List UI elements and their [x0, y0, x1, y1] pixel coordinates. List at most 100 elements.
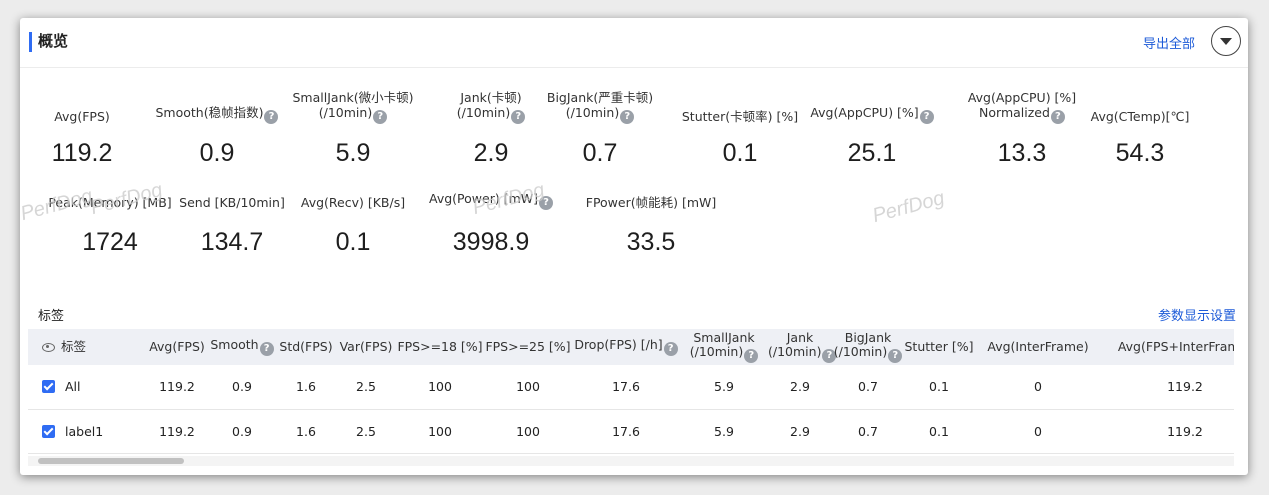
cell-value: 5.9 — [714, 423, 734, 439]
eye-icon[interactable] — [42, 343, 55, 352]
cell-value: 119.2 — [159, 379, 195, 395]
label-cell: label1 — [28, 409, 146, 453]
metric-value: 54.3 — [1115, 139, 1165, 167]
horizontal-scrollbar[interactable] — [28, 456, 1234, 466]
panel-title: 概览 — [38, 32, 69, 50]
metric-label-line: Smooth(稳帧指数)? — [156, 105, 279, 124]
scrollbar-thumb[interactable] — [38, 458, 184, 464]
table-cell: 0.9 — [208, 409, 276, 453]
metric-label-line: Avg(CTemp)[℃] — [1090, 109, 1190, 124]
metric-label-line: (/10min)? — [566, 105, 635, 124]
cell-value: 100 — [428, 379, 452, 395]
table-cell: 17.6 — [572, 365, 680, 409]
cell-value: 5.9 — [714, 379, 734, 395]
help-icon[interactable]: ? — [259, 342, 274, 356]
metric-card: FPower(帧能耗) [mW] 33.5 — [566, 194, 736, 260]
table-cell: 100 — [396, 365, 484, 409]
metric-label-line: Jank(卡顿) — [460, 90, 522, 105]
help-icon[interactable]: ? — [373, 110, 388, 124]
table-cell: 119.2 — [146, 409, 208, 453]
cell-value: 0.9 — [232, 379, 252, 395]
table-cell: 119.2 — [1102, 365, 1234, 409]
column-header: FPS>=18 [%] — [396, 329, 484, 365]
cell-value: 0.9 — [232, 423, 252, 439]
table-cell: 0.7 — [832, 365, 904, 409]
metric-card: Avg(CTemp)[℃] 54.3 — [1055, 88, 1225, 171]
column-header: Drop(FPS) [/h]? — [572, 329, 680, 365]
table-cell: 119.2 — [1102, 409, 1234, 453]
cell-value: 100 — [516, 379, 540, 395]
overview-panel: 概览 导出全部 Avg(FPS) 119.2 Smooth(稳帧指数)? 0.9 Sma… — [20, 18, 1248, 475]
table-cell: 2.9 — [768, 409, 832, 453]
cell-value: 0.7 — [858, 423, 878, 439]
cell-value: 119.2 — [159, 423, 195, 439]
cell-value: 119.2 — [1167, 379, 1203, 395]
table-cell: 0.9 — [208, 365, 276, 409]
metric-label-line: Avg(AppCPU) [%]? — [810, 105, 934, 124]
metric-card: Avg(AppCPU) [%]? 25.1 — [787, 88, 957, 171]
cell-value: 0.7 — [858, 379, 878, 395]
tags-table: 标签 Avg(FPS) Smooth? Std(FPS) Var(FPS) FPS>=18… — [28, 329, 1234, 454]
cell-value: 2.5 — [356, 379, 376, 395]
column-header: Stutter [%] — [904, 329, 974, 365]
metric-label-line: SmallJank(微小卡顿) — [292, 90, 414, 105]
watermark: PerfDog — [870, 186, 947, 228]
label-checkbox[interactable] — [42, 424, 55, 438]
cell-value: 2.9 — [790, 379, 810, 395]
metric-value: 25.1 — [847, 139, 897, 167]
column-header: Avg(InterFrame) — [974, 329, 1102, 365]
help-icon[interactable]: ? — [888, 349, 903, 363]
title-accent-bar — [29, 32, 32, 52]
table-header-row: 标签 Avg(FPS) Smooth? Std(FPS) Var(FPS) FPS>=18… — [28, 329, 1234, 365]
export-all-button[interactable]: 导出全部 — [1143, 33, 1195, 52]
metric-value: 3998.9 — [452, 228, 530, 256]
cell-value: 0.1 — [929, 379, 949, 395]
param-display-settings-button[interactable]: 参数显示设置 — [1158, 305, 1236, 324]
table-cell: 0.1 — [904, 409, 974, 453]
column-header: Avg(FPS+InterFrame) — [1102, 329, 1234, 365]
help-icon[interactable]: ? — [663, 342, 678, 356]
table-cell: 5.9 — [680, 409, 768, 453]
panel-header: 概览 导出全部 — [20, 18, 1248, 68]
cell-value: 2.5 — [356, 423, 376, 439]
metric-label-line: Avg(Recv) [KB/s] — [300, 195, 406, 210]
column-header-label: FPS>=18 [%] — [397, 339, 483, 354]
column-header: SmallJank (/10min)? — [680, 329, 768, 365]
table-cell: 100 — [396, 409, 484, 453]
cell-value: 17.6 — [612, 423, 640, 439]
cell-value: 0.1 — [929, 423, 949, 439]
collapse-toggle-button[interactable] — [1211, 26, 1241, 56]
cell-value: 1.6 — [296, 423, 316, 439]
label-name: label1 — [65, 423, 104, 439]
table-cell: 1.6 — [276, 409, 336, 453]
cell-value: 1.6 — [296, 379, 316, 395]
column-header: FPS>=25 [%] — [484, 329, 572, 365]
column-header-label: SmallJank — [693, 330, 755, 345]
cell-value: 17.6 — [612, 379, 640, 395]
column-header-label: Smooth — [210, 337, 259, 352]
table-cell: 119.2 — [146, 365, 208, 409]
table-cell: 2.5 — [336, 409, 396, 453]
table-row[interactable]: label1 119.2 0.9 1.6 2.5 100 100 17.6 5.9 2.9 0.7 0… — [28, 409, 1234, 453]
table-cell: 0.1 — [904, 365, 974, 409]
column-header-label: Drop(FPS) [/h] — [574, 337, 663, 352]
table-row[interactable]: All 119.2 0.9 1.6 2.5 100 100 17.6 5.9 2.9 0.7 0.1 0… — [28, 365, 1234, 409]
metric-label-line: Normalized? — [979, 105, 1065, 124]
cell-value: 2.9 — [790, 423, 810, 439]
column-header: Smooth? — [208, 329, 276, 365]
column-header-label: (/10min) — [768, 344, 822, 359]
help-icon[interactable]: ? — [744, 349, 759, 363]
metric-label-line: BigJank(严重卡顿) — [546, 90, 654, 105]
label-checkbox[interactable] — [42, 380, 55, 394]
metric-label-line: Avg(FPS) — [54, 109, 110, 124]
metric-label: Avg(AppCPU) [%]? — [787, 88, 957, 124]
column-header-label: Jank — [786, 330, 814, 345]
help-icon[interactable]: ? — [919, 110, 934, 124]
tags-table-container[interactable]: 标签 Avg(FPS) Smooth? Std(FPS) Var(FPS) FPS>=18… — [28, 329, 1234, 455]
column-header-label: FPS>=25 [%] — [485, 339, 571, 354]
table-cell: 2.9 — [768, 365, 832, 409]
label-cell: All — [28, 365, 146, 409]
help-icon[interactable]: ? — [620, 110, 635, 124]
table-cell: 0 — [974, 365, 1102, 409]
label-name: All — [65, 379, 81, 395]
